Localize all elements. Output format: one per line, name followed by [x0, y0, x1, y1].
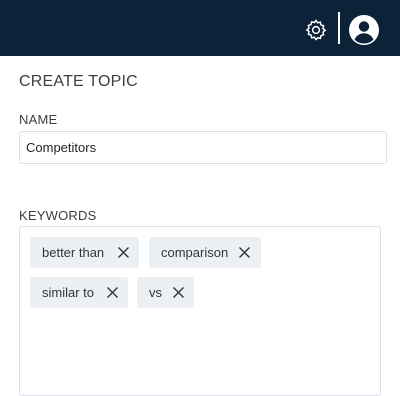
- keyword-chip-label: vs: [149, 285, 162, 300]
- gear-icon[interactable]: [304, 18, 328, 42]
- close-icon[interactable]: [106, 286, 119, 299]
- keyword-chip-label: comparison: [161, 245, 229, 260]
- keyword-chip: better than: [30, 237, 139, 268]
- close-icon[interactable]: [238, 246, 251, 259]
- top-bar: [0, 0, 400, 56]
- keyword-chip: comparison: [149, 237, 261, 268]
- keyword-chip-label: similar to: [42, 285, 95, 300]
- close-icon[interactable]: [172, 286, 185, 299]
- keywords-input[interactable]: better than comparison similar to vs: [19, 226, 381, 396]
- close-icon[interactable]: [117, 246, 130, 259]
- keywords-label: KEYWORDS: [19, 208, 97, 223]
- keyword-chip-label: better than: [42, 245, 105, 260]
- keyword-chip: similar to: [30, 277, 128, 308]
- user-circle-icon[interactable]: [348, 14, 380, 46]
- name-input[interactable]: [19, 131, 387, 164]
- create-topic-panel: CREATE TOPIC NAME KEYWORDS better than c…: [0, 56, 400, 396]
- header-divider: [338, 12, 340, 44]
- page-title: CREATE TOPIC: [19, 73, 138, 90]
- keyword-chip: vs: [137, 277, 194, 308]
- name-label: NAME: [19, 112, 58, 127]
